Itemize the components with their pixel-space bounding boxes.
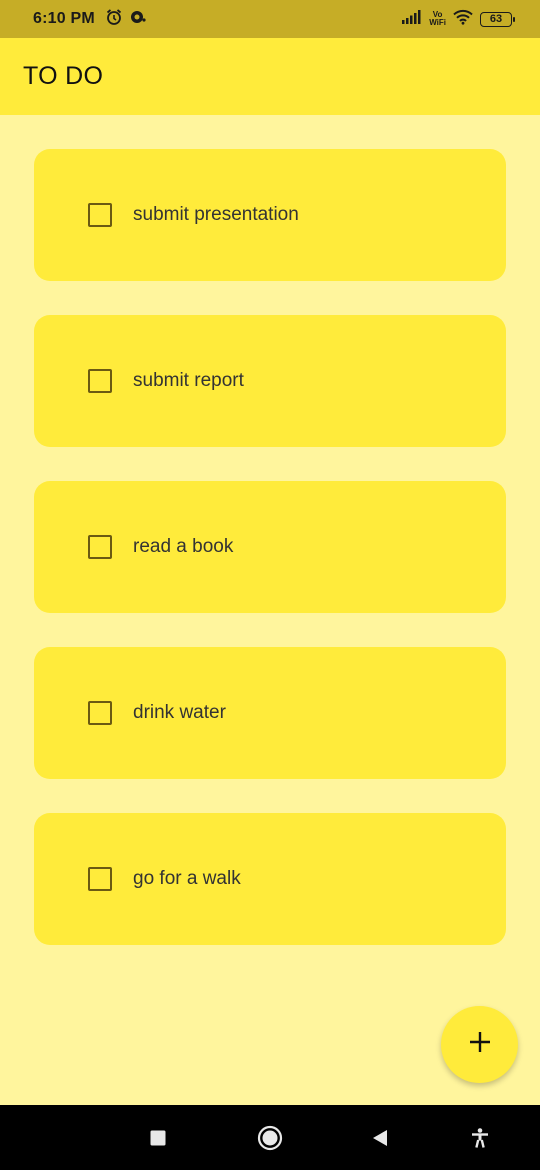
home-icon[interactable] [257, 1125, 283, 1151]
battery-icon: 63 [480, 11, 515, 27]
vowifi-indicator: Vo WiFi [429, 11, 446, 27]
task-label: read a book [133, 536, 234, 557]
task-label: submit presentation [133, 204, 299, 225]
task-card[interactable]: read a book [34, 481, 506, 613]
alarm-icon [105, 8, 123, 31]
app-bar: TO DO [0, 38, 540, 115]
task-label: drink water [133, 702, 226, 723]
wifi-icon [453, 9, 473, 30]
task-checkbox[interactable] [88, 867, 112, 891]
vowifi-bottom: WiFi [429, 18, 446, 27]
status-time: 6:10 PM [33, 10, 95, 27]
notification-icon [129, 8, 147, 31]
task-label: submit report [133, 370, 244, 391]
task-checkbox[interactable] [88, 535, 112, 559]
task-card[interactable]: go for a walk [34, 813, 506, 945]
system-nav-bar [0, 1105, 540, 1170]
plus-icon [469, 1031, 491, 1058]
task-label: go for a walk [133, 868, 241, 889]
back-icon[interactable] [367, 1125, 393, 1151]
task-checkbox[interactable] [88, 701, 112, 725]
page-title: TO DO [23, 62, 104, 90]
recents-icon[interactable] [145, 1125, 171, 1151]
battery-level: 63 [489, 13, 503, 25]
task-list: submit presentation submit report read a… [34, 149, 506, 979]
add-task-button[interactable] [441, 1006, 518, 1083]
task-checkbox[interactable] [88, 203, 112, 227]
task-card[interactable]: submit report [34, 315, 506, 447]
task-card[interactable]: submit presentation [34, 149, 506, 281]
signal-icon [402, 9, 422, 29]
status-bar: 6:10 PM Vo WiFi 63 [0, 0, 540, 38]
task-card[interactable]: drink water [34, 647, 506, 779]
accessibility-icon[interactable] [467, 1125, 493, 1151]
task-checkbox[interactable] [88, 369, 112, 393]
